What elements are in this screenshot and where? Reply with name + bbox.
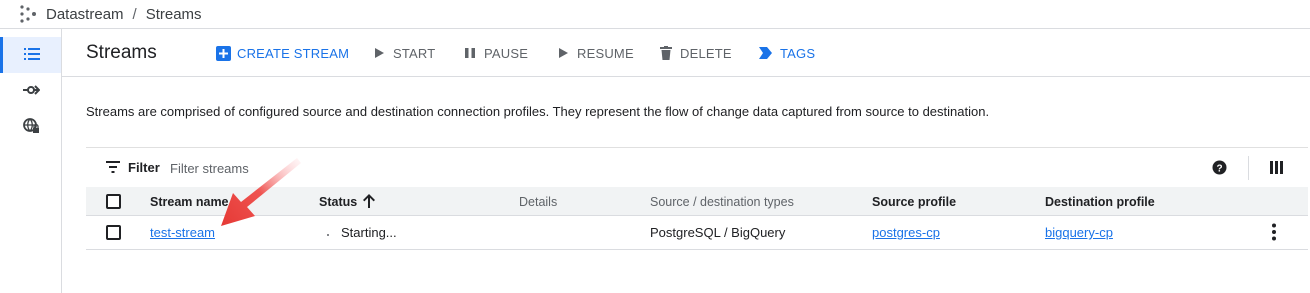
filter-bar: Filter ? — [86, 147, 1308, 187]
svg-text:?: ? — [1216, 163, 1222, 174]
list-icon — [23, 45, 41, 66]
pause-icon — [462, 45, 478, 61]
column-display-icon[interactable] — [1270, 161, 1283, 177]
status-text: Starting... — [341, 225, 397, 240]
row-checkbox[interactable] — [106, 225, 121, 240]
delete-label: DELETE — [680, 45, 732, 61]
filter-input[interactable] — [170, 156, 470, 180]
column-header-types: Source / destination types — [650, 195, 794, 209]
page-title: Streams — [86, 42, 157, 63]
column-header-destination-profile[interactable]: Destination profile — [1045, 195, 1155, 209]
stream-name-link[interactable]: test-stream — [150, 225, 215, 240]
sidebar-item-streams[interactable] — [0, 37, 61, 73]
start-button[interactable]: START — [371, 45, 435, 61]
more-vert-icon[interactable] — [1272, 223, 1276, 244]
start-label: START — [393, 45, 436, 61]
source-destination-types: PostgreSQL / BigQuery — [650, 225, 786, 240]
tags-label: TAGS — [780, 45, 816, 61]
sidebar — [0, 29, 62, 293]
create-stream-button[interactable]: CREATE STREAM — [215, 45, 349, 61]
tags-button[interactable]: TAGS — [758, 45, 815, 61]
filter-label: Filter — [128, 160, 160, 175]
toolbar: Streams CREATE STREAM START PAUSE RESUME — [62, 29, 1310, 77]
filter-icon[interactable] — [106, 161, 120, 176]
table-header: Stream name Status Details Source / dest… — [86, 187, 1308, 216]
column-header-source-profile[interactable]: Source profile — [872, 195, 956, 209]
sidebar-item-connection-profiles[interactable] — [0, 73, 61, 109]
help-icon[interactable]: ? — [1212, 160, 1227, 178]
sidebar-item-private-connectivity[interactable] — [0, 109, 61, 145]
top-bar: Datastream / Streams — [0, 0, 1310, 29]
breadcrumb-separator: / — [132, 5, 137, 23]
datastream-logo-icon — [18, 3, 40, 25]
destination-profile-link[interactable]: bigquery-cp — [1045, 225, 1113, 240]
connection-profile-icon — [22, 81, 40, 102]
play-icon — [371, 45, 387, 61]
column-header-status[interactable]: Status — [319, 195, 357, 209]
divider — [1248, 156, 1249, 180]
main-content: Streams CREATE STREAM START PAUSE RESUME — [62, 29, 1310, 293]
private-connectivity-icon — [22, 117, 40, 138]
create-stream-label: CREATE STREAM — [237, 45, 350, 61]
breadcrumb-product[interactable]: Datastream — [46, 6, 124, 23]
spinner-icon — [326, 225, 330, 240]
column-header-stream-name[interactable]: Stream name — [150, 195, 229, 209]
source-profile-link[interactable]: postgres-cp — [872, 225, 940, 240]
resume-button[interactable]: RESUME — [555, 45, 634, 61]
tag-icon — [758, 45, 774, 61]
pause-button[interactable]: PAUSE — [462, 45, 528, 61]
delete-button[interactable]: DELETE — [658, 45, 732, 61]
play-icon — [555, 45, 571, 61]
column-header-details: Details — [519, 195, 558, 209]
select-all-checkbox[interactable] — [106, 194, 121, 209]
page-description: Streams are comprised of configured sour… — [86, 104, 990, 119]
pause-label: PAUSE — [484, 45, 529, 61]
add-box-icon — [215, 45, 231, 61]
table-row: test-stream Starting... PostgreSQL / Big… — [86, 216, 1308, 250]
trash-icon — [658, 45, 674, 61]
sort-ascending-icon[interactable] — [363, 194, 375, 211]
resume-label: RESUME — [577, 45, 634, 61]
breadcrumb-page: Streams — [145, 5, 202, 23]
